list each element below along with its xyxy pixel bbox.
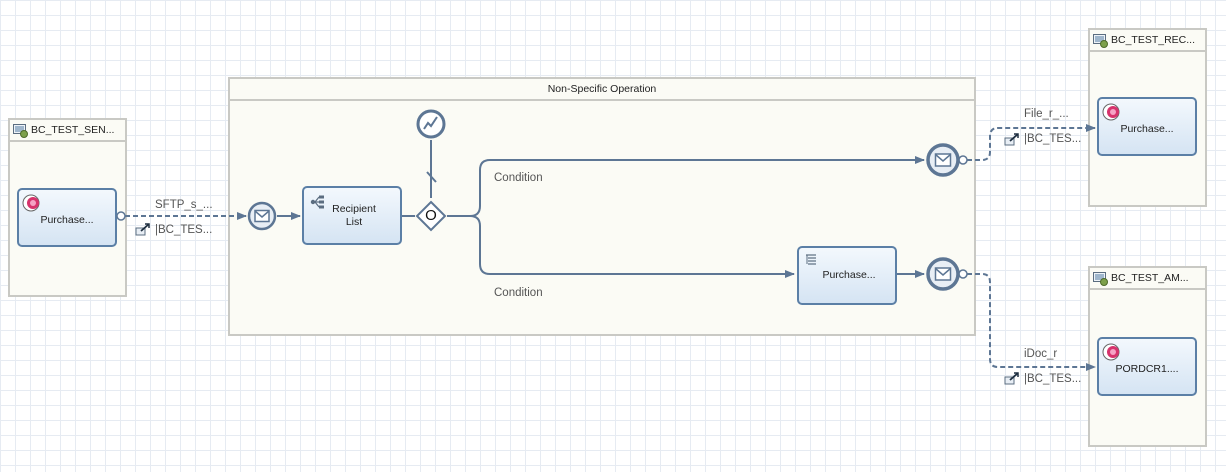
lower-condition-line[interactable] [469,215,795,278]
gateway-symbol: O [425,207,437,224]
upper-condition-line[interactable] [447,156,925,217]
mapping-icon [806,254,816,265]
channel-link-icon[interactable] [135,223,151,237]
recipient-list-icon [310,195,324,209]
message-start-event-icon[interactable] [246,200,278,232]
receiver-2-channel-label[interactable]: |BC_TES... [1024,373,1081,385]
receiver-2-adapter-label[interactable]: iDoc_r [1024,348,1057,360]
sender-channel-label[interactable]: |BC_TES... [155,224,212,236]
exclusive-gateway[interactable]: O [415,200,447,232]
message-end-event-2-icon[interactable] [925,256,961,292]
mapping-label: Purchase... [822,269,876,281]
timer-event-icon[interactable] [415,108,447,140]
sender-channel-port [116,211,126,221]
mapping-task[interactable]: Purchase... [797,246,897,305]
condition-label-upper[interactable]: Condition [494,172,543,184]
flow-lines [116,124,1096,371]
receiver-1-adapter-label[interactable]: File_r_... [1024,108,1069,120]
channel-link-icon[interactable] [1004,372,1020,386]
recipient-list-task[interactable]: Recipient List [302,186,402,245]
condition-label-lower[interactable]: Condition [494,287,543,299]
recipient-list-label: Recipient List [332,202,376,228]
message-end-event-1-icon[interactable] [925,142,961,178]
channel-link-icon[interactable] [1004,133,1020,147]
sender-adapter-label[interactable]: SFTP_s_... [155,199,213,211]
receiver-1-channel-label[interactable]: |BC_TES... [1024,133,1081,145]
